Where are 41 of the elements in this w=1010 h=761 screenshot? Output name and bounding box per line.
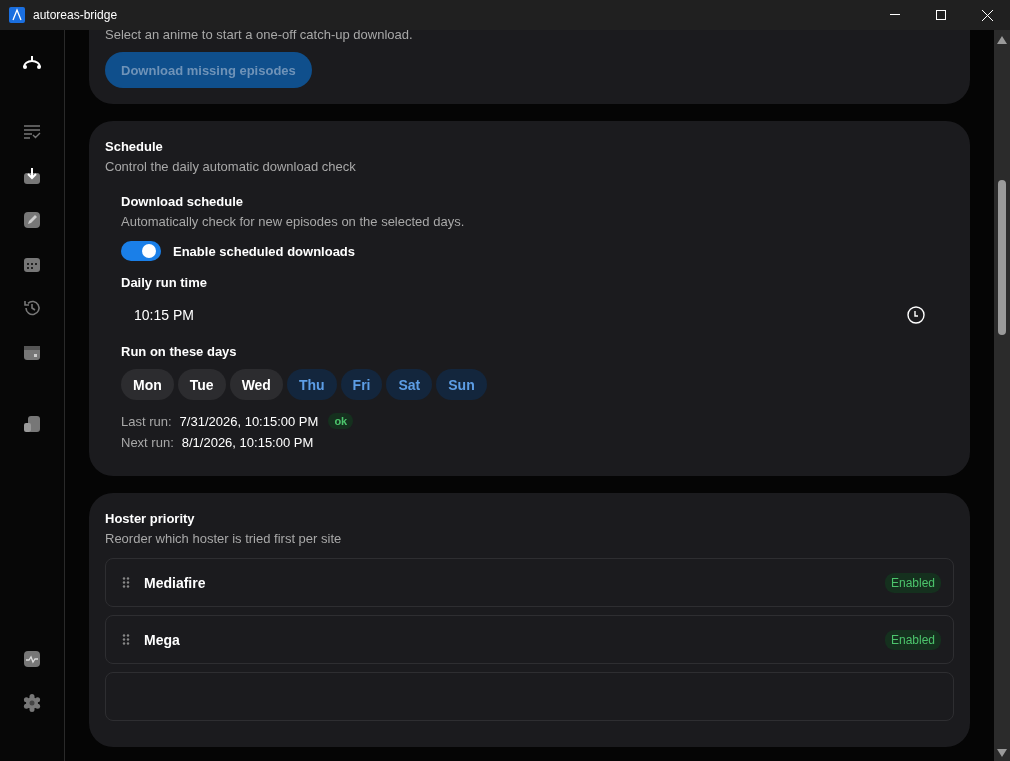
last-run-label: Last run: <box>121 413 172 429</box>
hoster-row[interactable]: Mediafire Enabled <box>105 558 954 607</box>
day-toggle[interactable]: Tue <box>177 369 226 400</box>
next-run-label: Next run: <box>121 435 174 450</box>
app-logo-icon <box>9 7 25 23</box>
scrollbar-thumb[interactable] <box>998 180 1006 335</box>
section-title: Download schedule <box>121 194 245 209</box>
status-badge: ok <box>328 413 354 429</box>
scrollbar[interactable] <box>994 30 1010 761</box>
card-subtitle: Reorder which hoster is tried first per site <box>105 531 343 546</box>
maximize-icon <box>936 10 946 20</box>
day-toggle[interactable]: Sat <box>386 369 433 400</box>
clock-icon[interactable] <box>907 306 925 324</box>
status-badge: Enabled <box>884 572 941 593</box>
last-run-value: 7/31/2026, 10:15:00 PM <box>179 413 319 429</box>
field-label: Daily run time <box>121 275 208 290</box>
minimize-icon <box>890 14 900 16</box>
card-title: Hoster priority <box>105 511 196 526</box>
day-toggle[interactable]: Sun <box>436 369 487 400</box>
drag-handle-icon[interactable] <box>122 634 130 645</box>
scroll-up-icon[interactable] <box>997 36 1007 44</box>
hoster-name: Mega <box>144 631 181 648</box>
close-icon <box>981 9 993 21</box>
day-toggle[interactable]: Thu <box>286 369 337 400</box>
next-run-value: 8/1/2026, 10:15:00 PM <box>181 435 314 450</box>
day-toggle[interactable]: Wed <box>229 369 283 400</box>
hoster-row[interactable]: Mega Enabled <box>105 615 954 664</box>
toggle-switch[interactable] <box>121 241 161 261</box>
status-badge: Enabled <box>884 629 941 650</box>
scroll-down-icon[interactable] <box>997 749 1007 757</box>
window-title: autoreas-bridge <box>33 8 119 22</box>
drag-handle-icon[interactable] <box>122 577 130 588</box>
section-subtitle: Automatically check for new episodes on the selected days. <box>121 214 466 229</box>
day-toggle[interactable]: Mon <box>121 369 174 400</box>
description-text: Select an anime to start a one-off catch-up download. <box>105 30 414 42</box>
toggle-label: Enable scheduled downloads <box>173 243 356 259</box>
day-toggle[interactable]: Fri <box>340 369 383 400</box>
field-label: Run on these days <box>121 344 238 359</box>
card-subtitle: Control the daily automatic download check <box>105 159 357 174</box>
card-title: Schedule <box>105 139 164 154</box>
hoster-name: Mediafire <box>144 574 207 591</box>
